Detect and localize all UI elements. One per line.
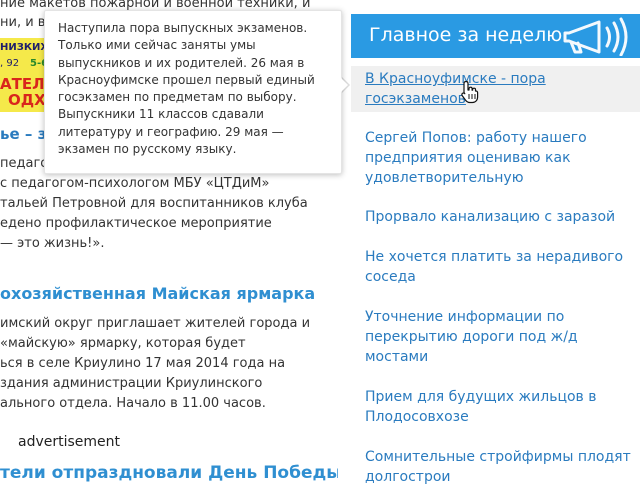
sidebar-news-item[interactable]: Прорвало канализацию с заразой [351, 207, 640, 227]
ad-banner[interactable]: НИЗКИХ , 92 5-6 АТЕЛ ОДХ [0, 38, 46, 112]
sidebar-news-link[interactable]: Уточнение информации по перекрытию дорог… [365, 307, 640, 367]
megaphone-icon [563, 17, 628, 56]
article-text-line: ься в селе Криулино 17 мая 2014 года на [0, 356, 286, 371]
news-preview-tooltip: Наступила пора выпускных экзаменов. Толь… [44, 10, 342, 174]
ad-banner-headline-line: АТЕЛ [0, 75, 45, 93]
sidebar-news-link-line: Уточнение информации по [365, 309, 565, 325]
sidebar-news-link-line: соседа [365, 269, 416, 285]
sidebar-news-link-line: Прорвало канализацию с заразой [365, 209, 616, 225]
sidebar-news-link-line: перекрытию дороги под ж/д [365, 329, 578, 345]
article-title-link[interactable]: тели отпраздновали День Победы [0, 463, 338, 483]
ad-banner-text: , 92 5-6 [0, 58, 46, 72]
article-text-line: тальей Петровной для воспитанников клуба [0, 196, 308, 211]
sidebar-news-link-line: В Красноуфимске - пора [365, 71, 546, 87]
sidebar-news-link-line: Не хочется платить за нерадивого [365, 249, 624, 265]
tooltip-text-line: Только ими сейчас заняты умы [58, 38, 256, 53]
article-text-line: «майскую» ярмарку, которая будет [0, 336, 246, 351]
sidebar-news-link[interactable]: Не хочется платить за нерадивого соседа [365, 247, 640, 287]
article-text-line: едено профилактическое мероприятие [0, 216, 272, 231]
sidebar-title: Главное за неделю [369, 24, 563, 46]
tooltip-text-line: литературу и географию. 29 мая — [58, 124, 284, 139]
sidebar-news-link[interactable]: Сомнительные стройфирмы плодят долгостро… [365, 447, 640, 487]
sidebar-news-link[interactable]: В Красноуфимске - пора госэкзаменов [365, 69, 640, 109]
ad-banner-text: НИЗКИХ [0, 42, 46, 53]
sidebar-header: Главное за неделю [351, 14, 640, 58]
tooltip-text-line: госэкзамен по предметам по выбору. [58, 90, 297, 105]
tooltip-text-line: Выпускники 11 классов сдавали [58, 107, 264, 122]
sidebar-news-item[interactable]: В Красноуфимске - пора госэкзаменов [351, 66, 640, 112]
sidebar-news-link-line: госэкзаменов [365, 91, 466, 107]
sidebar-news-link-line: Плодосовхозе [365, 409, 469, 425]
sidebar-news-link-line: мостами [365, 349, 429, 365]
sidebar-news-link[interactable]: Сергей Попов: работу нашего предприятия … [365, 128, 640, 188]
tooltip-text-line: Наступила пора выпускных экзаменов. [58, 21, 308, 35]
article-title-link[interactable]: ье – з [0, 125, 46, 143]
sidebar-news-item[interactable]: Сергей Попов: работу нашего предприятия … [351, 128, 640, 188]
sidebar-news-link-line: долгострои [365, 469, 451, 485]
sidebar-news-item[interactable]: Не хочется платить за нерадивого соседа [351, 247, 640, 287]
advertisement-label: advertisement [18, 434, 121, 450]
sidebar-news-item[interactable]: Уточнение информации по перекрытию дорог… [351, 307, 640, 367]
tooltip-text-line: Красноуфимске прошел первый единый [58, 72, 315, 87]
tooltip-arrow [341, 78, 348, 92]
sidebar-news-item[interactable]: Сомнительные стройфирмы плодят долгостро… [351, 447, 640, 487]
article-text-line: педаго [0, 156, 49, 171]
article-text-line: с педагогом-психологом МБУ «ЦТДиМ» [0, 176, 270, 191]
sidebar-news-link-line: предприятия оцениваю как [365, 150, 571, 166]
tooltip-text-line: выпускников и их родителей. 26 мая в [58, 55, 305, 70]
sidebar-news-link-line: удовлетворительную [365, 170, 524, 186]
article-text-line: имский округ приглашает жителей города и [0, 316, 311, 331]
hand-pointer-icon [461, 80, 479, 104]
ad-banner-headline: АТЕЛ ОДХ [0, 76, 46, 110]
sidebar-news-link-line: Прием для будущих жильцов в [365, 389, 597, 405]
ad-banner-headline-line: ОДХ [8, 91, 46, 109]
sidebar-news-link[interactable]: Прием для будущих жильцов в Плодосовхозе [365, 387, 640, 427]
article-text-line: здания администрации Криулинского [0, 376, 263, 391]
tooltip-text-line: экзамен по русскому языку. [58, 142, 237, 157]
article-title-link[interactable]: охозяйственная Майская ярмарка [0, 284, 315, 303]
sidebar-news-link-line: Сомнительные стройфирмы плодят [365, 449, 631, 465]
sidebar-news-link-line: Сергей Попов: работу нашего [365, 130, 587, 146]
article-text-line: ального отдела. Начало в 11.00 часов. [0, 396, 266, 411]
ad-banner-phone: , 92 [0, 58, 20, 69]
sidebar-week-top: Главное за неделю В Красноуфимске - пора… [351, 14, 640, 492]
sidebar-news-link[interactable]: Прорвало канализацию с заразой [365, 207, 640, 227]
article-text-line: — это жизнь!». [0, 236, 105, 251]
article-text-line: ни, и в [0, 15, 46, 30]
sidebar-news-item[interactable]: Прием для будущих жильцов в Плодосовхозе [351, 387, 640, 427]
